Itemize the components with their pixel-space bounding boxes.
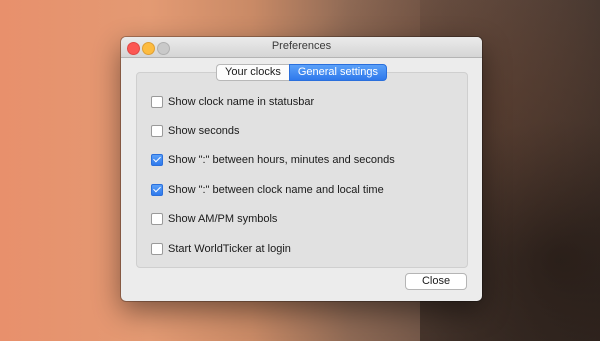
option-start-at-login[interactable]: Start WorldTicker at login [151,242,291,256]
option-colon-hours[interactable]: Show ":" between hours, minutes and seco… [151,153,395,167]
checkbox[interactable] [151,213,163,225]
preferences-window: Preferences Your clocks General settings… [121,37,482,301]
option-ampm[interactable]: Show AM/PM symbols [151,212,277,226]
option-label: Show ":" between hours, minutes and seco… [168,154,395,166]
checkbox[interactable] [151,184,163,196]
option-show-clock-name[interactable]: Show clock name in statusbar [151,95,314,109]
option-label: Show clock name in statusbar [168,96,315,108]
window-title: Preferences [271,40,332,52]
option-label: Show seconds [168,125,240,137]
checkbox[interactable] [151,154,163,166]
settings-panel: Show clock name in statusbar Show second… [136,72,468,268]
title-bar[interactable]: Preferences [121,37,482,58]
tab-general-settings[interactable]: General settings [288,64,387,81]
tab-your-clocks[interactable]: Your clocks [216,64,289,81]
checkbox[interactable] [151,96,163,108]
tab-bar: Your clocks General settings [121,64,482,81]
checkbox[interactable] [151,125,163,137]
option-label: Show AM/PM symbols [168,213,278,225]
option-label: Show ":" between clock name and local ti… [168,184,384,196]
checkbox[interactable] [151,243,163,255]
option-show-seconds[interactable]: Show seconds [151,124,240,138]
close-button[interactable]: Close [405,273,467,290]
option-label: Start WorldTicker at login [168,243,291,255]
option-colon-clock-name[interactable]: Show ":" between clock name and local ti… [151,183,384,197]
